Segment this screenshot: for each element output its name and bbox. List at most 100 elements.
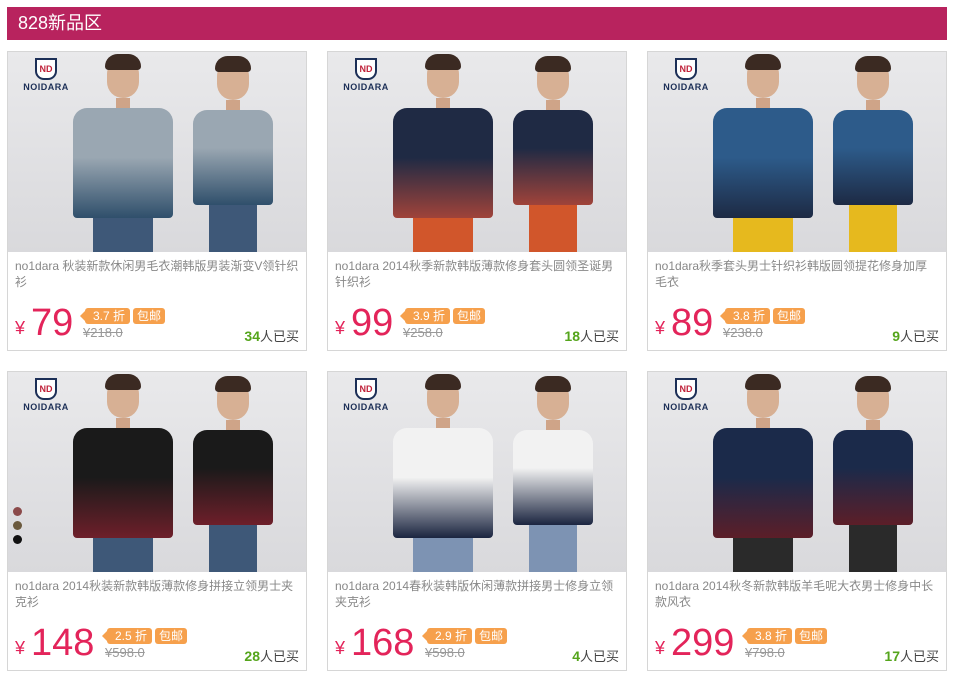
product-price: 299 (671, 622, 735, 664)
currency-symbol: ¥ (655, 318, 666, 338)
shield-icon: ND (675, 378, 697, 400)
product-price: 89 (671, 302, 714, 344)
section-title: 828新品区 (18, 13, 103, 33)
brand-logo: ND NOIDARA (16, 58, 76, 92)
sold-suffix: 人已买 (899, 329, 939, 344)
product-price: 168 (351, 622, 415, 664)
sold-number: 9 (892, 328, 900, 344)
brand-logo: ND NOIDARA (336, 58, 396, 92)
discount-tag: 2.5 折 (101, 628, 153, 644)
model-figure (188, 56, 278, 252)
product-card[interactable]: ND NOIDARA no1dara 2014秋装新款韩版薄款修身拼接立领男士夹… (7, 371, 307, 671)
product-image[interactable]: ND NOIDARA (328, 52, 626, 252)
free-shipping-tag: 包邮 (133, 308, 166, 324)
product-card[interactable]: ND NOIDARA no1dara 2014秋冬新款韩版羊毛呢大衣男士修身中长… (647, 371, 947, 671)
model-figure (68, 54, 178, 252)
product-title[interactable]: no1dara 2014秋季新款韩版薄款修身套头圆领圣诞男针织衫 (335, 258, 619, 292)
product-card[interactable]: ND NOIDARA no1dara秋季套头男士针织衫韩版圆领提花修身加厚毛衣 … (647, 51, 947, 351)
brand-name: NOIDARA (343, 402, 389, 412)
currency-symbol: ¥ (655, 638, 666, 658)
product-price: 79 (31, 302, 74, 344)
currency-symbol: ¥ (15, 638, 26, 658)
model-figure (188, 376, 278, 572)
promo-tags: 3.8 折包邮 (741, 627, 828, 644)
shield-icon: ND (355, 378, 377, 400)
product-title[interactable]: no1dara 秋装新款休闲男毛衣潮韩版男装渐变V领针织衫 (15, 258, 299, 292)
section-header: 828新品区 (7, 7, 947, 40)
price-row: ¥ 168 2.9 折包邮 ¥598.0 4人已买 (335, 622, 619, 665)
promo-tags: 3.9 折包邮 (399, 307, 486, 324)
free-shipping-tag: 包邮 (475, 628, 508, 644)
product-title[interactable]: no1dara秋季套头男士针织衫韩版圆领提花修身加厚毛衣 (655, 258, 939, 292)
sold-suffix: 人已买 (259, 649, 299, 664)
product-image[interactable]: ND NOIDARA (8, 52, 306, 252)
discount-tag: 3.7 折 (79, 308, 131, 324)
model-figure (828, 56, 918, 252)
product-image[interactable]: ND NOIDARA (8, 372, 306, 572)
promo-tags: 2.9 折包邮 (421, 627, 508, 644)
brand-name: NOIDARA (663, 82, 709, 92)
brand-logo: ND NOIDARA (336, 378, 396, 412)
product-title[interactable]: no1dara 2014秋装新款韩版薄款修身拼接立领男士夹克衫 (15, 578, 299, 612)
promo-tags: 3.8 折包邮 (719, 307, 806, 324)
product-card[interactable]: ND NOIDARA no1dara 秋装新款休闲男毛衣潮韩版男装渐变V领针织衫… (7, 51, 307, 351)
free-shipping-tag: 包邮 (795, 628, 828, 644)
shield-icon: ND (355, 58, 377, 80)
price-row: ¥ 148 2.5 折包邮 ¥598.0 28人已买 (15, 622, 299, 665)
sold-count: 18人已买 (564, 326, 619, 345)
currency-symbol: ¥ (335, 318, 346, 338)
color-swatches (13, 507, 22, 549)
original-price: ¥598.0 (425, 645, 465, 660)
sold-count: 4人已买 (572, 646, 619, 665)
currency-symbol: ¥ (335, 638, 346, 658)
model-figure (828, 376, 918, 572)
original-price: ¥258.0 (403, 325, 443, 340)
original-price: ¥798.0 (745, 645, 785, 660)
model-figure (508, 56, 598, 252)
model-figure (708, 374, 818, 572)
product-title[interactable]: no1dara 2014秋冬新款韩版羊毛呢大衣男士修身中长款风衣 (655, 578, 939, 612)
sold-number: 4 (572, 648, 580, 664)
sold-suffix: 人已买 (259, 329, 299, 344)
discount-tag: 3.8 折 (719, 308, 771, 324)
original-price: ¥218.0 (83, 325, 123, 340)
shield-icon: ND (35, 378, 57, 400)
sold-suffix: 人已买 (579, 329, 619, 344)
product-image[interactable]: ND NOIDARA (328, 372, 626, 572)
color-swatch[interactable] (13, 521, 22, 530)
product-image[interactable]: ND NOIDARA (648, 52, 946, 252)
brand-logo: ND NOIDARA (16, 378, 76, 412)
free-shipping-tag: 包邮 (773, 308, 806, 324)
discount-tag: 2.9 折 (421, 628, 473, 644)
price-row: ¥ 79 3.7 折包邮 ¥218.0 34人已买 (15, 302, 299, 344)
product-price: 148 (31, 622, 95, 664)
model-figure (388, 374, 498, 572)
brand-logo: ND NOIDARA (656, 378, 716, 412)
sold-number: 18 (564, 328, 580, 344)
sold-number: 28 (244, 648, 260, 664)
shield-icon: ND (675, 58, 697, 80)
price-row: ¥ 99 3.9 折包邮 ¥258.0 18人已买 (335, 302, 619, 345)
product-card[interactable]: ND NOIDARA no1dara 2014春秋装韩版休闲薄款拼接男士修身立领… (327, 371, 627, 671)
sold-count: 28人已买 (244, 646, 299, 665)
sold-suffix: 人已买 (899, 649, 939, 664)
model-figure (68, 374, 178, 572)
model-figure (388, 54, 498, 252)
sold-count: 17人已买 (884, 646, 939, 665)
discount-tag: 3.9 折 (399, 308, 451, 324)
free-shipping-tag: 包邮 (155, 628, 188, 644)
color-swatch[interactable] (13, 507, 22, 516)
price-row: ¥ 299 3.8 折包邮 ¥798.0 17人已买 (655, 622, 939, 665)
product-price: 99 (351, 302, 394, 344)
sold-count: 9人已买 (892, 326, 939, 345)
product-card[interactable]: ND NOIDARA no1dara 2014秋季新款韩版薄款修身套头圆领圣诞男… (327, 51, 627, 351)
original-price: ¥598.0 (105, 645, 145, 660)
product-image[interactable]: ND NOIDARA (648, 372, 946, 572)
promo-tags: 3.7 折包邮 (79, 307, 166, 324)
color-swatch[interactable] (13, 535, 22, 544)
currency-symbol: ¥ (15, 318, 26, 338)
brand-name: NOIDARA (23, 402, 69, 412)
discount-tag: 3.8 折 (741, 628, 793, 644)
sold-number: 34 (244, 328, 260, 344)
product-title[interactable]: no1dara 2014春秋装韩版休闲薄款拼接男士修身立领夹克衫 (335, 578, 619, 612)
